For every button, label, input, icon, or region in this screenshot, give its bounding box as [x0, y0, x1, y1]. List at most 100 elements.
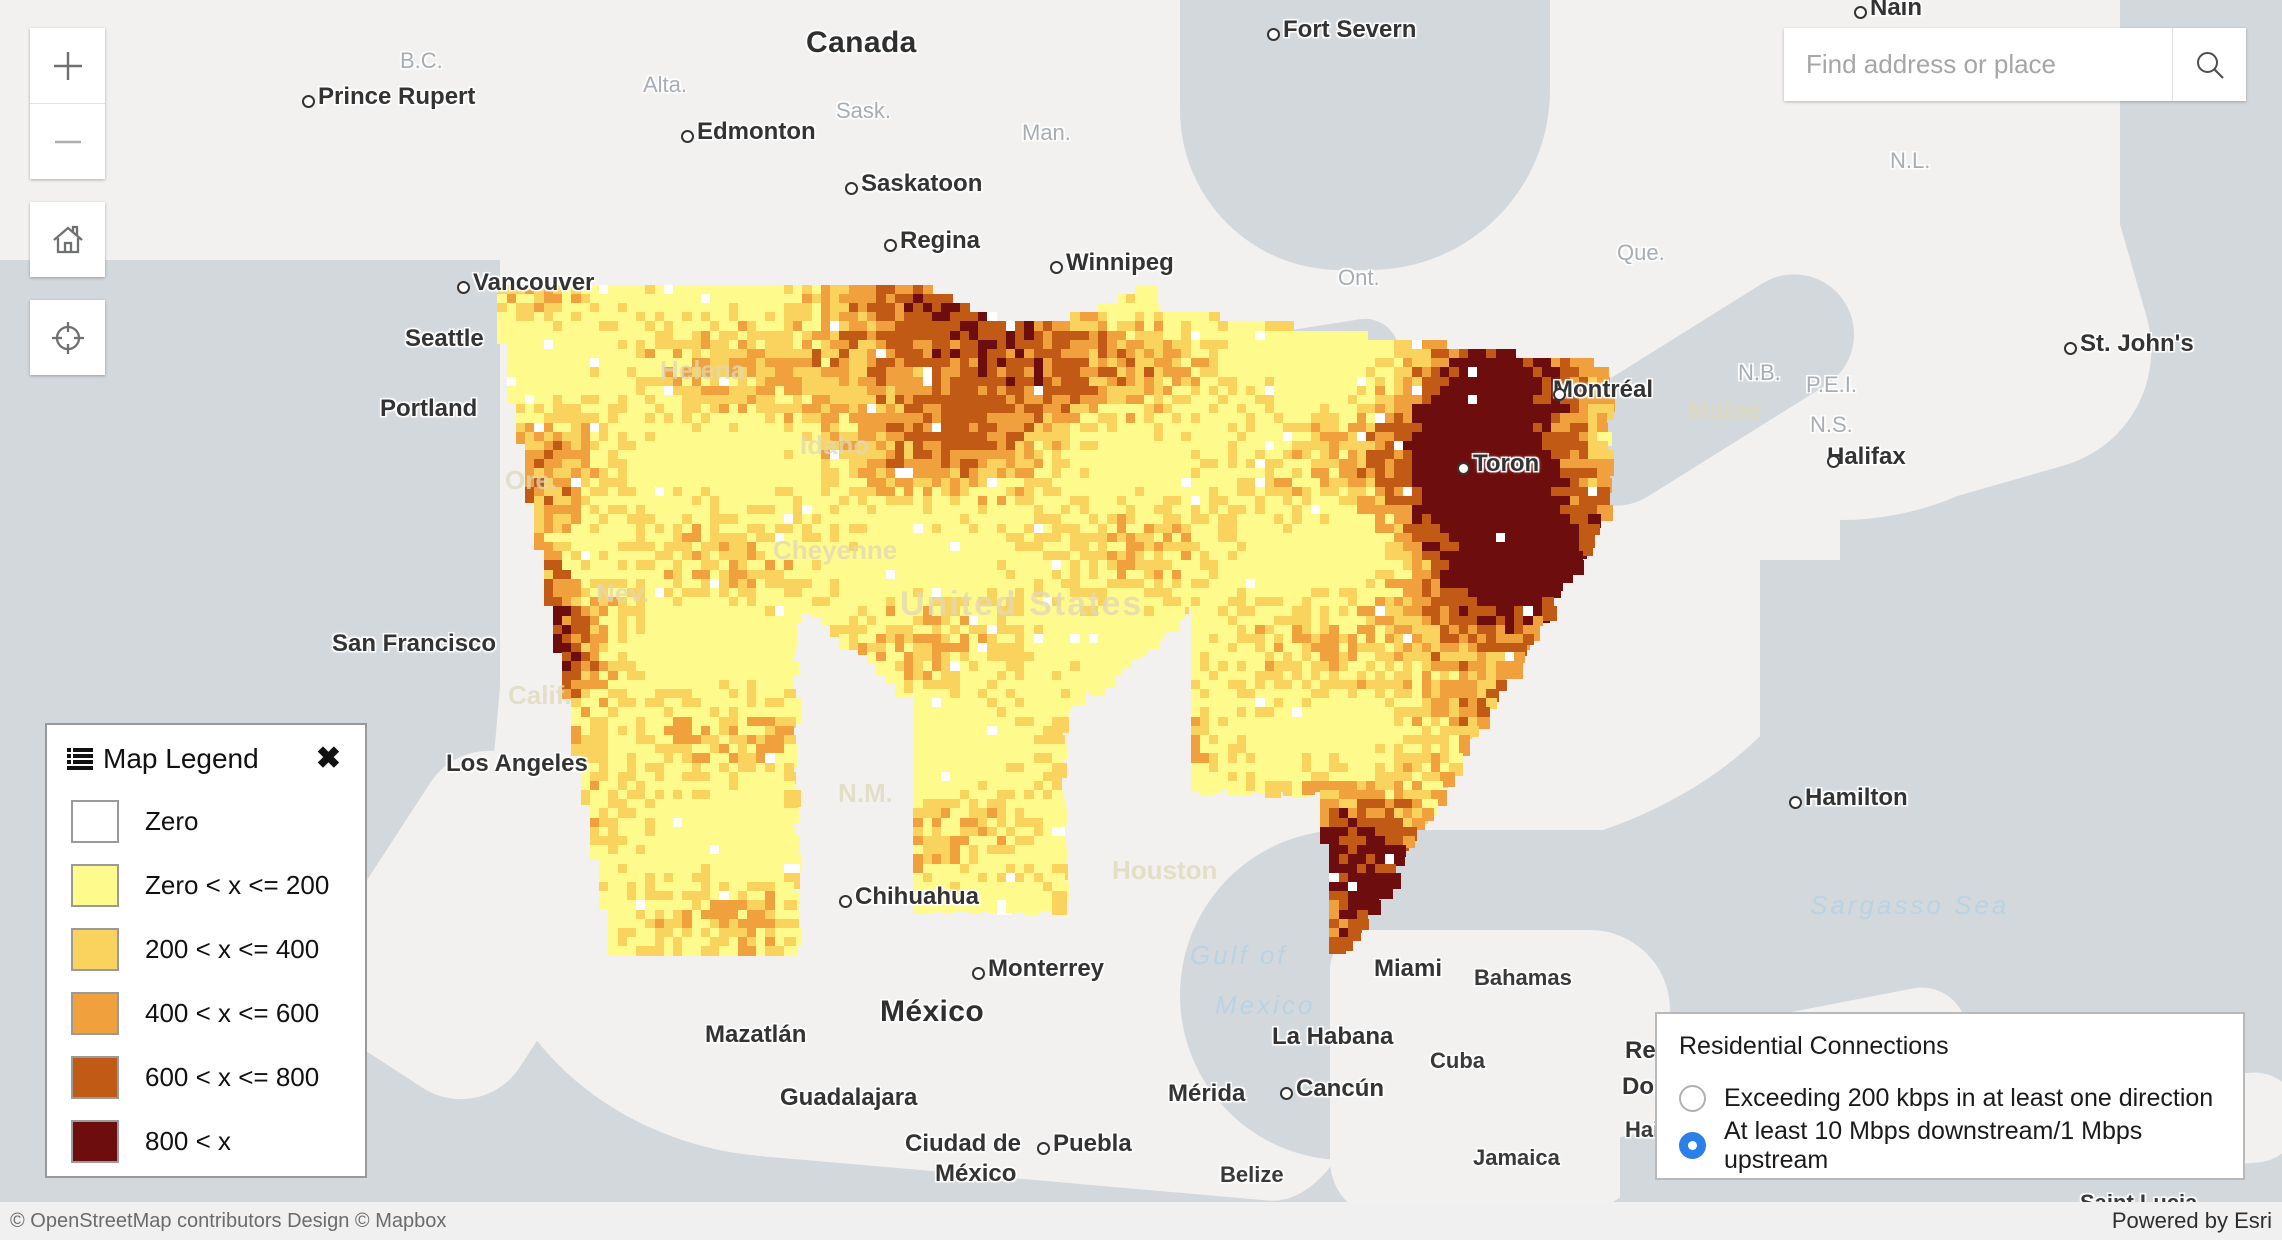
map-label-country: Belize [1220, 1162, 1284, 1187]
map-label-city: Guadalajara [780, 1084, 918, 1111]
city-marker [1789, 796, 1802, 809]
legend-close-button[interactable]: ✖ [312, 744, 345, 774]
city-marker [2064, 342, 2077, 355]
map-label-city: Chihuahua [855, 883, 979, 910]
residential-options: Exceeding 200 kbps in at least one direc… [1679, 1075, 2221, 1174]
attribution-powered-by: Powered by Esri [2111, 1208, 2272, 1233]
city-marker [1267, 28, 1280, 41]
residential-option[interactable]: Exceeding 200 kbps in at least one direc… [1679, 1075, 2221, 1122]
map-label-city: Miami [1374, 955, 1443, 982]
city-marker [1037, 1142, 1050, 1155]
plus-icon [53, 51, 82, 80]
map-label-water: Sargasso Sea [1810, 890, 2010, 920]
legend-swatch [71, 799, 119, 843]
legend-item-label: Zero < x <= 200 [145, 869, 330, 900]
map-label-city: Winnipeg [1066, 249, 1174, 276]
locate-icon [51, 321, 84, 354]
legend-swatch [71, 991, 119, 1035]
legend-swatch [71, 927, 119, 971]
residential-option[interactable]: At least 10 Mbps downstream/1 Mbps upstr… [1679, 1117, 2221, 1174]
attribution-basemap[interactable]: © OpenStreetMap contributors Design © Ma… [10, 1210, 446, 1233]
map-label-state: N.M. [838, 778, 893, 808]
map-label-city: Halifax [1827, 443, 1906, 470]
map-label-province: P.E.I. [1806, 372, 1857, 397]
home-button[interactable] [30, 202, 105, 277]
radio-selected[interactable] [1679, 1132, 1706, 1159]
map-label-country: Bahamas [1474, 965, 1572, 990]
map-label-city: Prince Rupert [318, 83, 476, 110]
map-label-city: Regina [900, 227, 981, 254]
map-legend-panel: Map Legend ✖ Zero Zero < x <= 200 200 < x … [45, 723, 367, 1178]
map-label-country: Cuba [1430, 1048, 1485, 1073]
map-label-city: Seattle [405, 325, 484, 352]
map-label-province: N.B. [1738, 360, 1781, 385]
legend-items: Zero Zero < x <= 200 200 < x <= 400 400 < x… [47, 783, 365, 1173]
legend-item[interactable]: Zero < x <= 200 [71, 853, 365, 917]
map-label-city: Edmonton [697, 118, 816, 145]
minus-icon [54, 140, 81, 143]
legend-item[interactable]: Zero [71, 789, 365, 853]
map-label-province: Alta. [643, 72, 688, 97]
city-marker [1457, 462, 1470, 475]
city-marker [845, 182, 858, 195]
residential-connections-panel: Residential Connections Exceeding 200 kb… [1655, 1012, 2245, 1180]
locate-button[interactable] [30, 300, 105, 375]
legend-item-label: 400 < x <= 600 [145, 997, 320, 1028]
map-label-city: La Habana [1272, 1023, 1394, 1050]
map-label-city: San Francisco [332, 630, 497, 657]
legend-item[interactable]: 600 < x <= 800 [71, 1045, 365, 1109]
city-marker [457, 281, 470, 294]
city-marker [1827, 455, 1840, 468]
legend-header: Map Legend ✖ [47, 725, 365, 783]
map-label-city: Ciudad de [905, 1130, 1022, 1157]
map-label-city: Monterrey [988, 955, 1105, 982]
map-label-city: Saskatoon [861, 170, 983, 197]
map-label-country-usa: United States [900, 585, 1144, 623]
city-marker [1553, 388, 1566, 401]
search-input[interactable] [1784, 28, 2172, 101]
legend-item-label: 200 < x <= 400 [145, 933, 320, 964]
map-label-city: Mérida [1168, 1080, 1246, 1107]
city-marker [1050, 261, 1063, 274]
map-controls [30, 28, 105, 398]
residential-option-label: Exceeding 200 kbps in at least one direc… [1724, 1084, 2214, 1112]
map-label-city: Toron [1473, 450, 1540, 477]
search-widget [1784, 28, 2246, 101]
legend-item[interactable]: 200 < x <= 400 [71, 917, 365, 981]
legend-swatch [71, 1055, 119, 1099]
map-label-state: Houston [1112, 855, 1218, 885]
map-label-province: Ont. [1338, 265, 1380, 290]
legend-item-label: 800 < x [145, 1125, 232, 1156]
city-marker [839, 895, 852, 908]
radio-unselected[interactable] [1679, 1085, 1706, 1112]
map-label-city: Fort Severn [1283, 16, 1417, 43]
city-marker [1280, 1087, 1293, 1100]
legend-title: Map Legend [103, 743, 259, 774]
city-marker [1854, 6, 1867, 19]
map-label-province: Sask. [836, 98, 892, 123]
search-button[interactable] [2172, 28, 2246, 101]
legend-item[interactable]: 400 < x <= 600 [71, 981, 365, 1045]
map-label-province: Man. [1022, 120, 1071, 145]
legend-item-label: Zero [145, 805, 199, 836]
map-label-city: Los Angeles [446, 750, 588, 777]
zoom-out-button[interactable] [30, 103, 105, 179]
map-label-city: Puebla [1053, 1130, 1132, 1157]
city-marker [884, 239, 897, 252]
search-icon [2196, 51, 2224, 79]
map-label-state: Maine [1688, 395, 1762, 425]
map-label-water: Gulf of [1190, 940, 1288, 970]
map-label-province: N.S. [1810, 412, 1853, 437]
city-marker [302, 95, 315, 108]
map-label-city: Montréal [1553, 376, 1654, 403]
map-application: Canada México Cuba Bahamas Belize Jamaica Hait… [0, 0, 2282, 1240]
legend-item[interactable]: 800 < x [71, 1109, 365, 1173]
map-label-state: Nev. [596, 578, 649, 608]
legend-swatch [71, 1119, 119, 1163]
legend-swatch [71, 863, 119, 907]
zoom-in-button[interactable] [30, 28, 105, 103]
city-marker [972, 967, 985, 980]
legend-item-label: 600 < x <= 800 [145, 1061, 320, 1092]
residential-panel-title: Residential Connections [1679, 1032, 1949, 1060]
home-control-group [30, 202, 105, 277]
